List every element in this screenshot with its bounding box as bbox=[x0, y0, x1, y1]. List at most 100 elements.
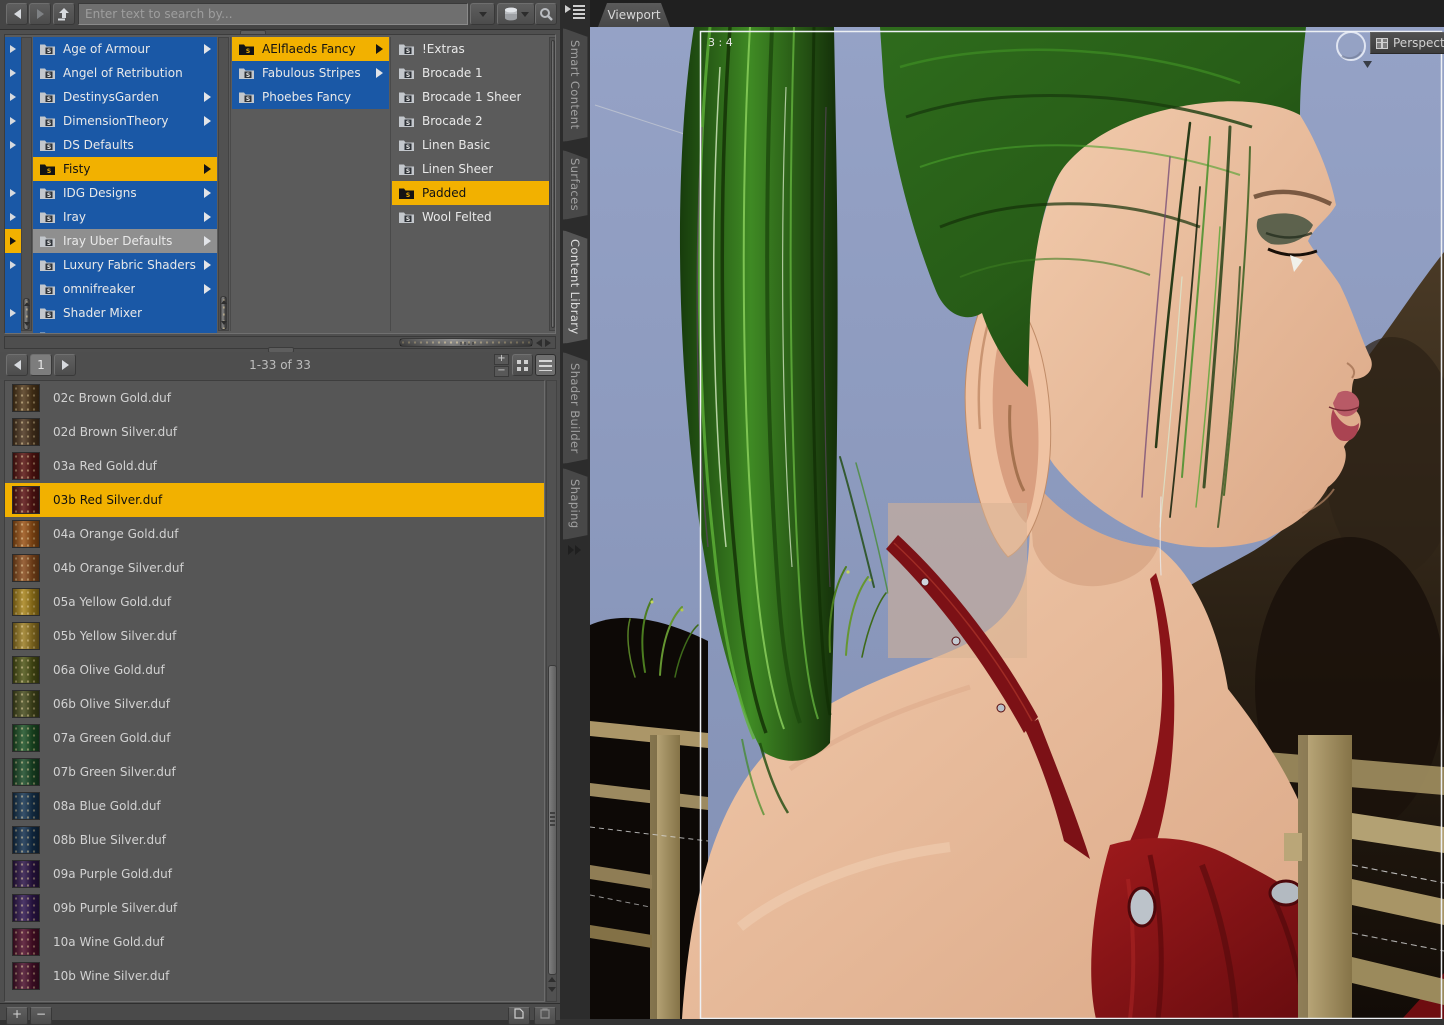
list-view-icon bbox=[539, 359, 552, 371]
tree-item[interactable]: S IDG Designs bbox=[33, 181, 217, 205]
tree-item[interactable]: S omnifreaker bbox=[33, 277, 217, 301]
file-item[interactable]: 05a Yellow Gold.duf bbox=[5, 585, 544, 619]
remove-button[interactable]: − bbox=[30, 1007, 52, 1025]
tab-content-library[interactable]: Content Library bbox=[563, 230, 588, 344]
database-menu-button[interactable] bbox=[497, 3, 535, 25]
tree-item[interactable]: S Linen Sheer bbox=[392, 157, 550, 181]
file-item[interactable]: 10a Wine Gold.duf bbox=[5, 925, 544, 959]
up-directory-button[interactable] bbox=[53, 3, 75, 25]
file-item[interactable]: 03a Red Gold.duf bbox=[5, 449, 544, 483]
grid-view-button[interactable] bbox=[512, 354, 533, 376]
submenu-arrow-icon bbox=[204, 116, 211, 126]
svg-text:S: S bbox=[406, 168, 410, 175]
camera-selector-button[interactable]: Perspective bbox=[1370, 32, 1444, 54]
tree-item-current[interactable]: S Iray Uber Defaults bbox=[33, 229, 217, 253]
tree-item[interactable]: S Age of Armour bbox=[33, 37, 217, 61]
expand-arrow[interactable] bbox=[5, 61, 21, 85]
search-button[interactable] bbox=[535, 3, 557, 25]
tree-item[interactable]: S Brocade 2 bbox=[392, 109, 550, 133]
back-button[interactable] bbox=[6, 3, 28, 25]
expand-arrow[interactable] bbox=[5, 109, 21, 133]
file-item[interactable]: 08a Blue Gold.duf bbox=[5, 789, 544, 823]
expand-arrow[interactable] bbox=[5, 85, 21, 109]
tab-smart-content[interactable]: Smart Content bbox=[563, 28, 588, 142]
file-item[interactable]: 10b Wine Silver.duf bbox=[5, 959, 544, 993]
tree-item[interactable]: S DimensionTheory bbox=[33, 109, 217, 133]
expand-arrow[interactable] bbox=[5, 301, 21, 325]
file-list-scrollbar[interactable] bbox=[546, 380, 557, 1002]
expand-arrow-focused[interactable] bbox=[5, 229, 21, 253]
tree-column1-scrollbar[interactable] bbox=[218, 37, 229, 331]
tab-surfaces[interactable]: Surfaces bbox=[563, 150, 588, 220]
pane-menu-button[interactable] bbox=[564, 3, 586, 23]
expand-arrow[interactable] bbox=[5, 181, 21, 205]
tree-item[interactable]: S Shader Mixer bbox=[33, 301, 217, 325]
file-item[interactable]: 08b Blue Silver.duf bbox=[5, 823, 544, 857]
add-button[interactable]: + bbox=[6, 1007, 28, 1025]
tree-item[interactable]: S bbox=[33, 325, 217, 333]
tree-item[interactable]: S !Extras bbox=[392, 37, 550, 61]
tab-overflow-button[interactable] bbox=[568, 545, 582, 555]
svg-text:S: S bbox=[246, 96, 250, 103]
next-page-button[interactable] bbox=[54, 354, 76, 376]
tree-item[interactable]: S Phoebes Fancy bbox=[232, 85, 389, 109]
tree-item[interactable]: S DS Defaults bbox=[33, 133, 217, 157]
current-page-button[interactable]: 1 bbox=[30, 354, 52, 376]
tree-item[interactable]: S Wool Felted bbox=[392, 205, 550, 229]
prev-page-button[interactable] bbox=[6, 354, 28, 376]
expand-arrow[interactable] bbox=[5, 277, 21, 301]
scroll-left-icon[interactable] bbox=[536, 339, 542, 347]
file-item[interactable]: 06b Olive Silver.duf bbox=[5, 687, 544, 721]
tree-strip-scrollbar[interactable] bbox=[21, 37, 32, 331]
search-history-dropdown[interactable] bbox=[470, 3, 495, 25]
forward-button[interactable] bbox=[29, 3, 51, 25]
tree-item[interactable]: S DestinysGarden bbox=[33, 85, 217, 109]
file-item-selected[interactable]: 03b Red Silver.duf bbox=[5, 483, 544, 517]
file-item[interactable]: 06a Olive Gold.duf bbox=[5, 653, 544, 687]
dress-disc bbox=[1268, 879, 1304, 907]
paste-file-button[interactable] bbox=[534, 1007, 556, 1025]
file-item[interactable]: 05b Yellow Silver.duf bbox=[5, 619, 544, 653]
list-view-button[interactable] bbox=[535, 354, 556, 376]
3d-viewport[interactable]: 3 : 4 Perspective bbox=[590, 27, 1444, 1019]
copy-file-button[interactable] bbox=[508, 1007, 530, 1025]
file-item[interactable]: 04a Orange Gold.duf bbox=[5, 517, 544, 551]
tree-item[interactable]: S Brocade 1 Sheer bbox=[392, 85, 550, 109]
tree-column-1: S Age of Armour S Angel of Retribution S… bbox=[33, 37, 217, 333]
file-item[interactable]: 07a Green Gold.duf bbox=[5, 721, 544, 755]
tree-item[interactable]: S Brocade 1 bbox=[392, 61, 550, 85]
svg-text:S: S bbox=[246, 48, 250, 55]
expand-arrow[interactable] bbox=[5, 253, 21, 277]
expand-arrow[interactable] bbox=[5, 133, 21, 157]
zoom-in-button[interactable]: + bbox=[494, 354, 509, 365]
tree-item[interactable]: S Iray bbox=[33, 205, 217, 229]
submenu-arrow-icon bbox=[204, 212, 211, 222]
expand-arrow[interactable] bbox=[5, 37, 21, 61]
file-item[interactable]: 02c Brown Gold.duf bbox=[5, 381, 544, 415]
tree-item[interactable]: S Angel of Retribution bbox=[33, 61, 217, 85]
file-item[interactable]: 09b Purple Silver.duf bbox=[5, 891, 544, 925]
file-item[interactable]: 02d Brown Silver.duf bbox=[5, 415, 544, 449]
tab-shader-builder[interactable]: Shader Builder bbox=[563, 352, 588, 464]
tree-item[interactable]: S Fabulous Stripes bbox=[232, 61, 389, 85]
camera-label: Perspective bbox=[1393, 36, 1444, 50]
expand-arrow[interactable] bbox=[5, 157, 21, 181]
file-item[interactable]: 04b Orange Silver.duf bbox=[5, 551, 544, 585]
tree-item-selected[interactable]: S AElflaeds Fancy bbox=[232, 37, 389, 61]
scroll-right-icon[interactable] bbox=[545, 339, 551, 347]
file-item[interactable]: 09a Purple Gold.duf bbox=[5, 857, 544, 891]
file-item[interactable]: 07b Green Silver.duf bbox=[5, 755, 544, 789]
tab-viewport[interactable]: Viewport bbox=[598, 3, 670, 27]
search-input[interactable] bbox=[78, 3, 468, 25]
expand-arrow[interactable] bbox=[5, 205, 21, 229]
tree-item[interactable]: S Luxury Fabric Shaders bbox=[33, 253, 217, 277]
tree-item-selected[interactable]: S Fisty bbox=[33, 157, 217, 181]
tab-shaping[interactable]: Shaping bbox=[563, 468, 588, 540]
tree-item-selected[interactable]: S Padded bbox=[392, 181, 550, 205]
tree-column3-scrollbar[interactable] bbox=[549, 37, 555, 331]
svg-text:S: S bbox=[47, 192, 51, 199]
tree-item[interactable]: S Linen Basic bbox=[392, 133, 550, 157]
expand-arrow[interactable] bbox=[5, 325, 21, 333]
camera-view-icon bbox=[1376, 37, 1388, 49]
zoom-out-button[interactable]: − bbox=[494, 366, 509, 377]
